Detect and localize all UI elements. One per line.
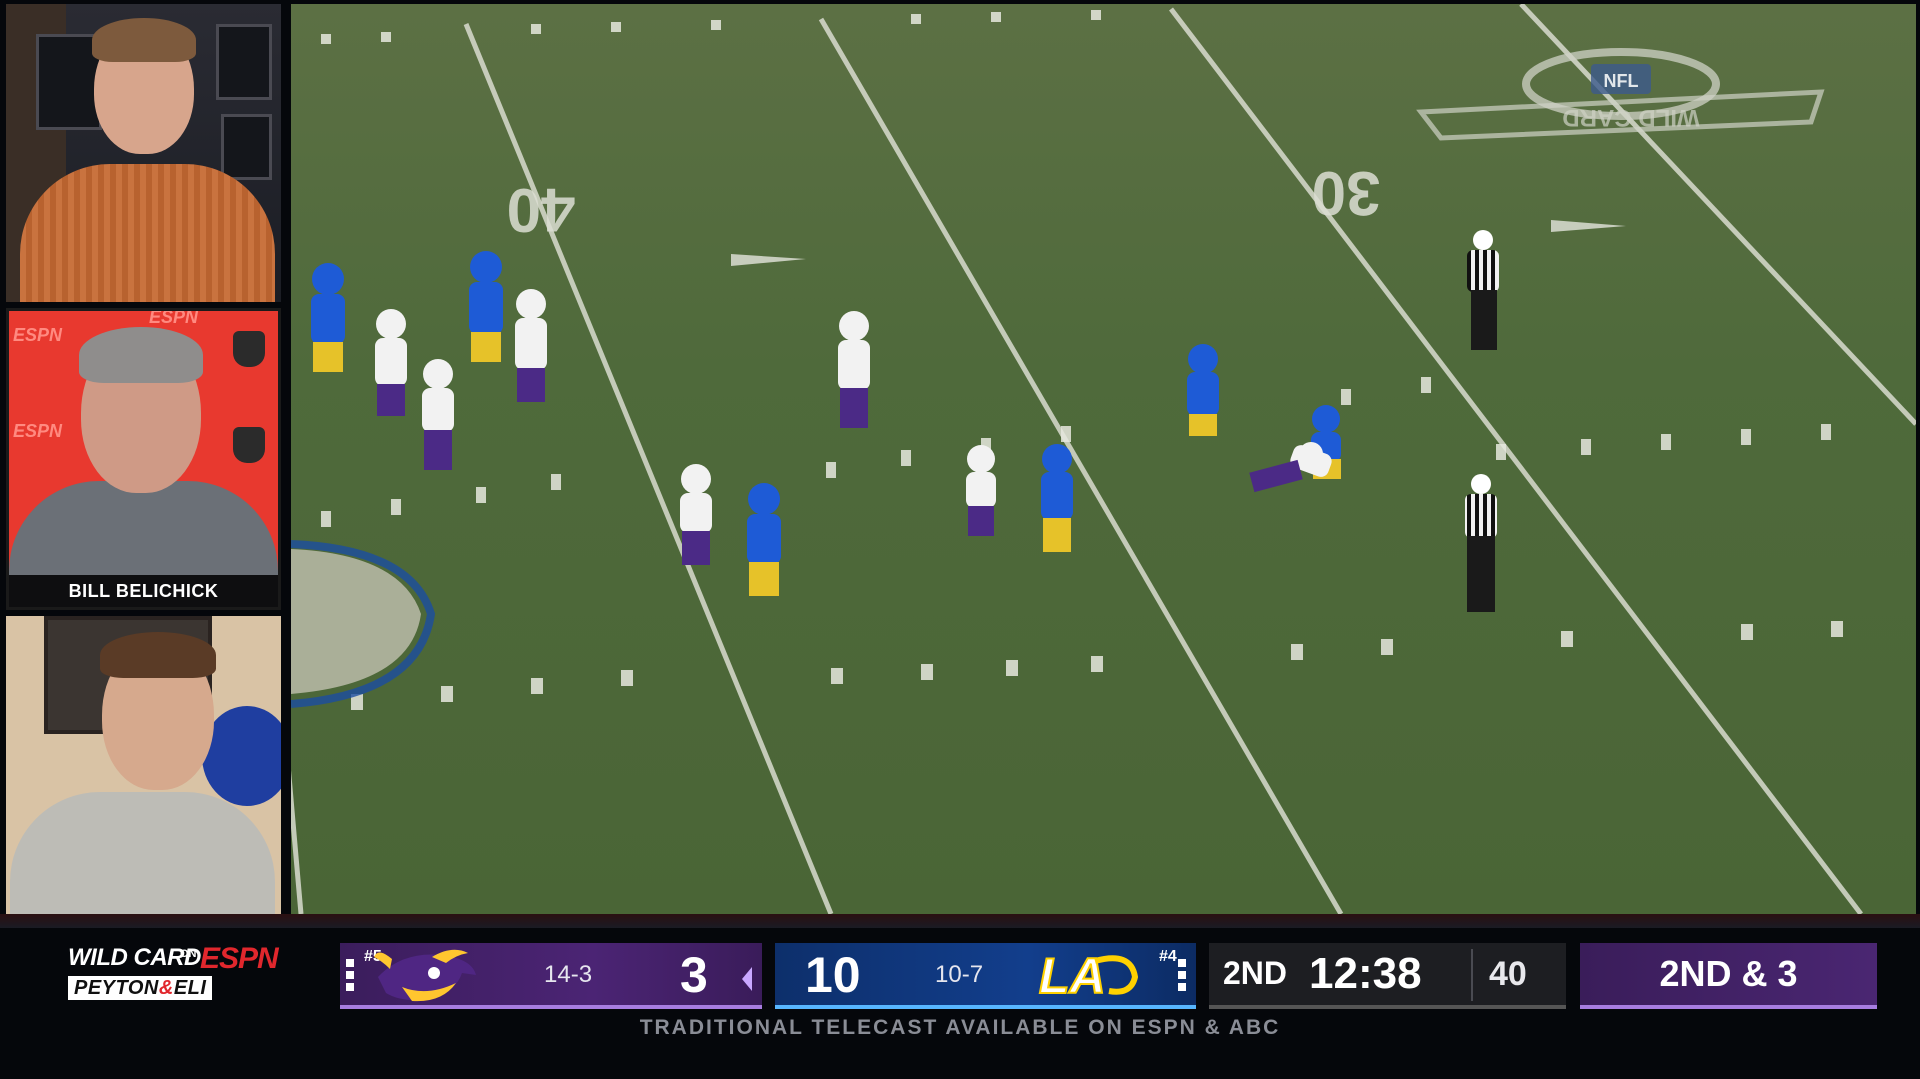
espn-wall-logo: ESPN [13, 325, 63, 345]
referee [1467, 230, 1499, 350]
nameplate: BILL BELICHICK [9, 575, 278, 607]
down-distance: 2ND & 3 [1659, 953, 1798, 994]
broadcast-brand-logo: WILD CARD ON ESPN PEYTON&ELI [68, 942, 298, 1010]
background-frame [221, 114, 272, 180]
home-team-rank: #4 [1159, 948, 1177, 965]
possession-arrow-icon [742, 967, 752, 991]
scorebug-top-border [0, 914, 1920, 928]
down-distance-panel: 2ND & 3 [1580, 943, 1877, 1009]
brand-eli: ELI [173, 977, 207, 999]
svg-text:LA: LA [1039, 948, 1106, 1004]
nfl-field-text: NFL [1604, 71, 1639, 91]
presenter-hair [92, 18, 196, 62]
football-field: NFL WILD CARD 40 30 [291, 4, 1916, 914]
rams-logo-icon: LA [1038, 947, 1139, 1005]
quarter-indicator: 2ND [1223, 955, 1288, 991]
home-team-record: 10-7 [935, 961, 984, 988]
referee [1465, 474, 1497, 612]
clock-divider [1471, 949, 1473, 1001]
yard-lines [291, 4, 1916, 914]
yard-number: 30 [1312, 158, 1381, 227]
vikings-logo-icon [374, 949, 476, 1002]
home-team-score-panel: 10 10-7 LA #4 [775, 943, 1196, 1009]
presenter-hair [79, 327, 203, 383]
away-team-record: 14-3 [544, 961, 593, 988]
espn-wall-logo: ESPN [149, 308, 199, 327]
game-clock-panel: 2ND 12:38 40 [1209, 943, 1566, 1009]
shield-icon [233, 331, 265, 367]
away-team-score-panel: #5 14-3 3 [340, 943, 762, 1009]
home-team-score: 10 [805, 947, 861, 1003]
brand-on-text: ON [180, 948, 197, 960]
brand-network-text: ESPN [200, 942, 279, 975]
yard-number: 40 [507, 175, 576, 244]
ticker-message: TRADITIONAL TELECAST AVAILABLE ON ESPN &… [639, 1016, 1281, 1039]
play-clock: 40 [1489, 955, 1527, 993]
presenter-torso [10, 792, 275, 916]
wild-card-field-text: WILD CARD [1562, 104, 1699, 131]
brand-amp: & [158, 977, 174, 999]
belichick-camera-feed: ESPN ESPN ESPN BILL BELICHICK [6, 308, 281, 610]
shield-icon [233, 427, 265, 463]
game-broadcast-video: NFL WILD CARD 40 30 [291, 4, 1916, 914]
eli-camera-feed [6, 616, 281, 916]
timeouts-indicator [1178, 959, 1186, 995]
brand-peyton-eli: PEYTON&ELI [68, 976, 213, 1000]
players [311, 230, 1499, 612]
timeouts-indicator [346, 959, 354, 995]
presenter-torso [20, 164, 275, 302]
away-team-score: 3 [680, 947, 708, 1003]
game-clock: 12:38 [1309, 949, 1422, 998]
peyton-camera-feed [6, 4, 281, 302]
presenter-hair [100, 632, 216, 678]
brand-peyton: PEYTON [74, 977, 159, 999]
espn-wall-logo: ESPN [13, 421, 63, 441]
background-frame [216, 24, 272, 100]
